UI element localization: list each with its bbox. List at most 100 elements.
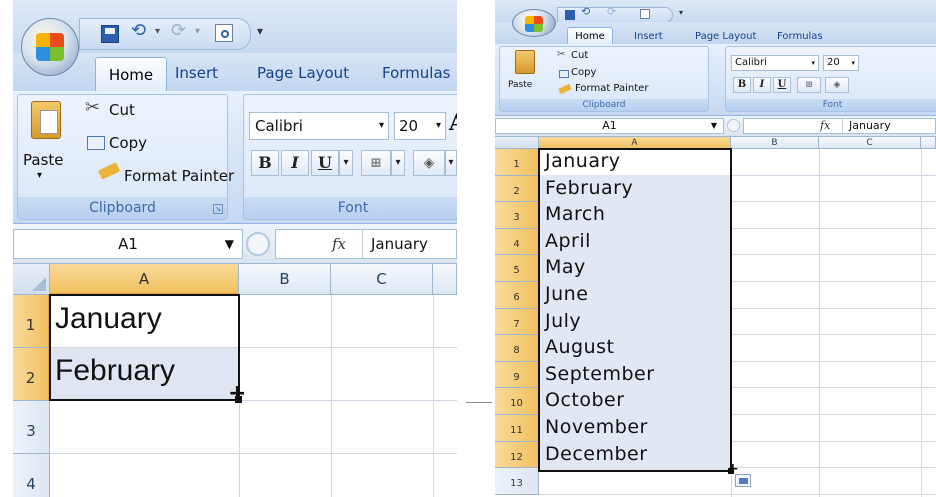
column-header-d[interactable] xyxy=(921,137,936,149)
insert-function-icon[interactable]: fx xyxy=(332,230,346,258)
column-header-b[interactable]: B xyxy=(239,264,331,295)
save-icon[interactable] xyxy=(101,25,119,43)
print-preview-icon[interactable] xyxy=(640,9,650,19)
row-header-9[interactable]: 9 xyxy=(495,361,539,389)
gridline xyxy=(50,453,457,454)
row-header-1[interactable]: 1 xyxy=(495,149,539,176)
column-header-d[interactable] xyxy=(433,264,457,295)
cell-a2[interactable]: February xyxy=(55,354,175,388)
column-header-c[interactable]: C xyxy=(331,264,433,295)
underline-button[interactable]: U xyxy=(311,150,339,176)
row-header-13[interactable]: 13 xyxy=(495,468,539,495)
cell-a10[interactable]: October xyxy=(545,389,625,411)
office-button[interactable] xyxy=(21,18,79,76)
row-header-1[interactable]: 1 xyxy=(13,295,50,348)
cell-a4[interactable]: April xyxy=(545,230,591,252)
undo-icon[interactable]: ⟲ xyxy=(581,5,590,18)
cell-a3[interactable]: March xyxy=(545,203,605,225)
italic-button[interactable]: I xyxy=(753,77,771,93)
font-name-dropdown[interactable]: Calibri ▾ xyxy=(731,55,819,71)
font-name-dropdown[interactable]: Calibri ▾ xyxy=(249,112,389,140)
undo-dropdown-icon[interactable]: ▾ xyxy=(155,26,160,37)
select-all-button[interactable] xyxy=(495,137,539,149)
cell-a7[interactable]: July xyxy=(545,310,581,332)
cell-a9[interactable]: September xyxy=(545,363,655,385)
paste-icon[interactable] xyxy=(31,101,61,139)
row-header-12[interactable]: 12 xyxy=(495,441,539,469)
cell-a1[interactable]: January xyxy=(55,302,162,336)
fill-color-icon[interactable]: ◈ xyxy=(413,150,445,176)
font-size-dropdown[interactable]: 20 ▾ xyxy=(823,55,859,71)
row-header-4[interactable]: 4 xyxy=(495,228,539,256)
select-all-button[interactable] xyxy=(13,264,50,295)
fill-color-dropdown-icon[interactable]: ▾ xyxy=(445,150,457,176)
office-button[interactable] xyxy=(512,9,556,37)
tab-home[interactable]: Home xyxy=(567,27,613,44)
paste-dropdown-icon[interactable]: ▾ xyxy=(37,170,42,181)
underline-button[interactable]: U xyxy=(773,77,791,93)
tab-formulas[interactable]: Formulas xyxy=(777,31,823,42)
dialog-launcher-icon[interactable]: ↘ xyxy=(213,204,223,214)
cut-button[interactable]: Cut xyxy=(109,101,135,119)
cell-a5[interactable]: May xyxy=(545,256,586,278)
name-box[interactable]: A1 ▼ xyxy=(13,229,243,259)
cut-button[interactable]: Cut xyxy=(571,50,588,61)
borders-icon[interactable]: ⊞ xyxy=(797,77,821,93)
tab-page-layout[interactable]: Page Layout xyxy=(257,64,349,82)
tab-formulas[interactable]: Formulas xyxy=(382,64,450,82)
row-header-2[interactable]: 2 xyxy=(495,175,539,203)
redo-icon[interactable]: ⟳ xyxy=(607,5,616,18)
row-header-2[interactable]: 2 xyxy=(13,348,50,401)
paste-button[interactable]: Paste xyxy=(508,80,532,90)
bold-button[interactable]: B xyxy=(733,77,751,93)
cell-a11[interactable]: November xyxy=(545,416,648,438)
borders-icon[interactable]: ⊞ xyxy=(361,150,391,176)
cell-a6[interactable]: June xyxy=(545,283,588,305)
cell-a2[interactable]: February xyxy=(545,177,633,199)
tab-insert[interactable]: Insert xyxy=(634,31,663,42)
chevron-down-icon: ▾ xyxy=(435,120,441,131)
undo-icon[interactable]: ⟲ xyxy=(131,20,146,41)
cell-a1[interactable]: January xyxy=(545,150,621,172)
row-header-4[interactable]: 4 xyxy=(13,454,50,497)
format-painter-button[interactable]: Format Painter xyxy=(124,167,234,185)
print-preview-icon[interactable] xyxy=(215,24,233,42)
name-box[interactable]: A1 ▼ xyxy=(495,118,724,134)
customize-qat-icon[interactable]: ▾ xyxy=(679,8,683,17)
format-painter-button[interactable]: Format Painter xyxy=(575,83,648,94)
copy-button[interactable]: Copy xyxy=(109,134,147,152)
fill-color-icon[interactable]: ◈ xyxy=(825,77,849,93)
redo-dropdown-icon[interactable]: ▾ xyxy=(195,26,200,37)
tab-home[interactable]: Home xyxy=(95,57,167,91)
font-size-dropdown[interactable]: 20 ▾ xyxy=(394,112,446,140)
paste-icon[interactable] xyxy=(515,50,535,74)
formula-input[interactable]: fx January xyxy=(743,118,936,134)
italic-button[interactable]: I xyxy=(281,150,309,176)
insert-function-icon[interactable]: fx xyxy=(820,119,830,133)
borders-dropdown-icon[interactable]: ▾ xyxy=(391,150,405,176)
paste-button[interactable]: Paste xyxy=(23,151,64,169)
row-header-3[interactable]: 3 xyxy=(495,202,539,229)
row-header-10[interactable]: 10 xyxy=(495,388,539,415)
row-header-6[interactable]: 6 xyxy=(495,282,539,309)
underline-dropdown-icon[interactable]: ▾ xyxy=(339,150,353,176)
column-header-b[interactable]: B xyxy=(731,137,819,149)
row-header-8[interactable]: 8 xyxy=(495,335,539,362)
copy-button[interactable]: Copy xyxy=(571,67,596,78)
redo-icon[interactable]: ⟳ xyxy=(171,20,186,41)
bold-button[interactable]: B xyxy=(251,150,279,176)
save-icon[interactable] xyxy=(565,10,575,20)
cell-a12[interactable]: December xyxy=(545,443,648,465)
cell-a8[interactable]: August xyxy=(545,336,615,358)
tab-page-layout[interactable]: Page Layout xyxy=(695,31,756,42)
formula-input[interactable]: fx January xyxy=(275,229,457,259)
tab-insert[interactable]: Insert xyxy=(175,64,218,82)
customize-qat-icon[interactable]: ▾ xyxy=(257,24,263,38)
grow-font-icon[interactable]: A xyxy=(449,110,457,136)
row-header-7[interactable]: 7 xyxy=(495,308,539,336)
row-header-5[interactable]: 5 xyxy=(495,255,539,282)
row-header-11[interactable]: 11 xyxy=(495,415,539,442)
column-header-c[interactable]: C xyxy=(819,137,921,149)
row-header-3[interactable]: 3 xyxy=(13,401,50,454)
column-header-a[interactable]: A xyxy=(50,264,239,295)
